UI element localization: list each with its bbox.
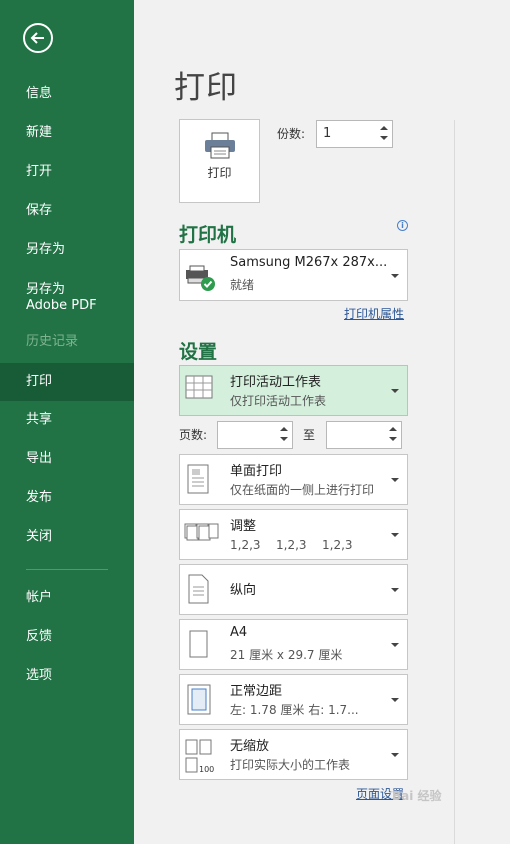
- page-title: 打印: [174, 70, 238, 106]
- svg-text:100: 100: [199, 765, 214, 774]
- chevron-up-icon[interactable]: [389, 427, 397, 431]
- printer-dropdown[interactable]: Samsung M267x 287x... 就绪: [179, 249, 408, 301]
- chevron-down-icon[interactable]: [380, 136, 388, 140]
- nav-share[interactable]: 共享: [0, 401, 134, 439]
- paper-size-title: A4: [230, 625, 248, 640]
- dropdown-caret-icon: [391, 698, 399, 702]
- back-button[interactable]: [23, 23, 53, 53]
- copies-label: 份数:: [277, 127, 306, 141]
- pages-from-input[interactable]: [217, 421, 293, 449]
- sides-dropdown[interactable]: 单面打印 仅在纸面的一侧上进行打印: [179, 454, 408, 505]
- pages-from-spinner[interactable]: [279, 424, 289, 446]
- pages-label: 页数:: [179, 428, 208, 442]
- nav-open[interactable]: 打开: [0, 153, 134, 191]
- nav-feedback[interactable]: 反馈: [0, 618, 134, 656]
- nav-new[interactable]: 新建: [0, 114, 134, 152]
- collate-dropdown[interactable]: 调整 1,2,3 1,2,3 1,2,3: [179, 509, 408, 560]
- nav-print[interactable]: 打印: [0, 363, 134, 401]
- printer-ready-icon: [186, 265, 215, 291]
- to-label: 至: [303, 428, 316, 442]
- nav-divider: [26, 569, 108, 570]
- dropdown-caret-icon: [391, 478, 399, 482]
- nav-info[interactable]: 信息: [0, 75, 134, 113]
- margins-title: 正常边距: [230, 684, 283, 699]
- pages-to-spinner[interactable]: [388, 424, 398, 446]
- copies-input[interactable]: 1: [316, 120, 393, 148]
- chevron-up-icon[interactable]: [380, 126, 388, 130]
- dropdown-caret-icon: [391, 753, 399, 757]
- margins-dropdown[interactable]: 正常边距 左: 1.78 厘米 右: 1.7...: [179, 674, 408, 725]
- collate-set-2: 1,2,3: [276, 538, 307, 552]
- margins-icon: [187, 684, 211, 715]
- nav-save-as-adobe-pdf[interactable]: 另存为 Adobe PDF: [0, 278, 110, 318]
- print-scope-subtitle: 仅打印活动工作表: [230, 394, 327, 408]
- nav-history: 历史记录: [26, 334, 79, 349]
- info-icon[interactable]: i: [397, 220, 408, 231]
- printer-section-title: 打印机: [179, 224, 237, 246]
- nav-close[interactable]: 关闭: [0, 518, 134, 556]
- dropdown-caret-icon: [391, 274, 399, 278]
- collate-title: 调整: [230, 519, 257, 534]
- dropdown-caret-icon: [391, 389, 399, 393]
- dropdown-caret-icon: [391, 533, 399, 537]
- chevron-down-icon[interactable]: [389, 437, 397, 441]
- nav-save[interactable]: 保存: [0, 192, 134, 230]
- printer-status: 就绪: [230, 278, 255, 292]
- backstage-sidebar: 信息 新建 打开 保存 另存为 另存为 Adobe PDF 历史记录 打印 共享…: [0, 0, 134, 844]
- paper-size-icon: [189, 630, 208, 658]
- pages-to-input[interactable]: [326, 421, 402, 449]
- nav-save-as[interactable]: 另存为: [0, 231, 134, 269]
- nav-publish[interactable]: 发布: [0, 479, 134, 517]
- print-scope-dropdown[interactable]: 打印活动工作表 仅打印活动工作表: [179, 365, 408, 416]
- print-button[interactable]: 打印: [179, 119, 260, 203]
- preview-divider: [454, 120, 455, 844]
- chevron-up-icon[interactable]: [280, 427, 288, 431]
- sides-subtitle: 仅在纸面的一侧上进行打印: [230, 483, 375, 497]
- dropdown-caret-icon: [391, 588, 399, 592]
- nav-export[interactable]: 导出: [0, 440, 134, 478]
- one-sided-page-icon: [187, 464, 209, 494]
- chevron-down-icon[interactable]: [280, 437, 288, 441]
- print-button-label: 打印: [207, 166, 232, 180]
- back-arrow-icon: [30, 32, 44, 44]
- sheet-grid-icon: [185, 375, 213, 399]
- scaling-title: 无缩放: [230, 739, 270, 754]
- portrait-orientation-icon: [188, 574, 209, 604]
- paper-size-subtitle: 21 厘米 x 29.7 厘米: [230, 648, 343, 662]
- scaling-subtitle: 打印实际大小的工作表: [230, 758, 351, 772]
- sides-title: 单面打印: [230, 464, 283, 479]
- settings-section-title: 设置: [179, 341, 218, 363]
- orientation-dropdown[interactable]: 纵向: [179, 564, 408, 615]
- paper-size-dropdown[interactable]: A4 21 厘米 x 29.7 厘米: [179, 619, 408, 670]
- dropdown-caret-icon: [391, 643, 399, 647]
- printer-name: Samsung M267x 287x...: [230, 255, 388, 270]
- collate-set-1: 1,2,3: [230, 538, 261, 552]
- print-scope-title: 打印活动工作表: [230, 375, 322, 390]
- copies-spinner[interactable]: [379, 123, 389, 145]
- printer-icon: [205, 132, 235, 159]
- no-scaling-icon: 100: [185, 739, 214, 774]
- copies-value: 1: [323, 126, 332, 141]
- nav-options[interactable]: 选项: [0, 657, 134, 695]
- watermark: Bai 经验: [392, 789, 442, 803]
- orientation-title: 纵向: [230, 583, 257, 598]
- nav-account[interactable]: 帐户: [0, 579, 134, 617]
- scaling-dropdown[interactable]: 100 无缩放 打印实际大小的工作表: [179, 729, 408, 780]
- collate-set-3: 1,2,3: [322, 538, 353, 552]
- collate-pages-icon: [184, 523, 219, 541]
- margins-subtitle: 左: 1.78 厘米 右: 1.7...: [230, 703, 359, 717]
- printer-properties-link[interactable]: 打印机属性: [344, 305, 404, 322]
- collate-order: 1,2,3 1,2,3 1,2,3: [230, 538, 368, 552]
